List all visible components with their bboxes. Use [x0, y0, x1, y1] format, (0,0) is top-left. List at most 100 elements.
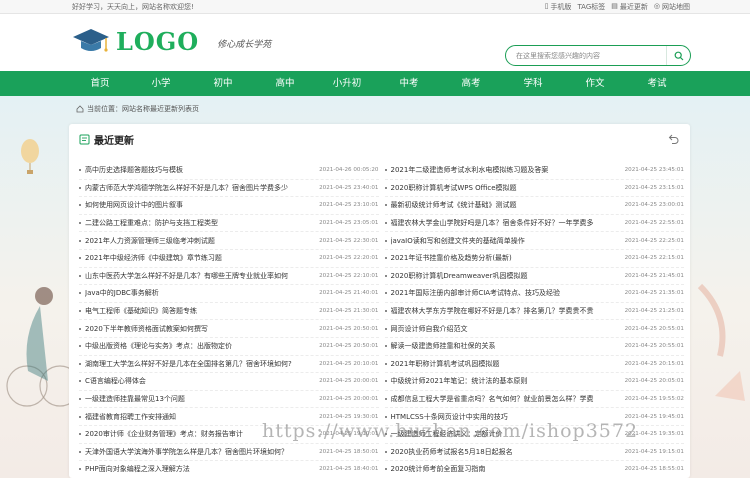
article-link[interactable]: 2021年人力资源管理师三级临考冲刺试题 — [85, 236, 313, 246]
logo[interactable]: LOGO 修心成长学苑 — [72, 26, 271, 56]
article-link[interactable]: 网页设计师自我介绍范文 — [391, 324, 619, 334]
article-link[interactable]: 2021年职称计算机考试巩固模拟题 — [391, 359, 619, 369]
list-item[interactable]: 2021年中级经济师《中级建筑》章节练习题 2021-04-25 22:20:01 — [79, 250, 379, 268]
article-date: 2021-04-25 21:40:01 — [319, 290, 379, 297]
list-item[interactable]: HTMLCSS十条网页设计中实用的技巧 2021-04-25 19:45:01 — [384, 408, 684, 426]
article-link[interactable]: 2020职称计算机考试WPS Office模拟题 — [391, 183, 619, 193]
list-item[interactable]: 网页设计师自我介绍范文 2021-04-25 20:55:01 — [384, 320, 684, 338]
nav-senior[interactable]: 高中 — [254, 71, 316, 96]
bullet-icon — [79, 327, 81, 330]
article-date: 2021-04-25 19:55:02 — [624, 396, 684, 403]
list-item[interactable]: 2020统计师考前全面复习指南 2021-04-25 18:55:01 — [384, 461, 684, 478]
search-input[interactable] — [506, 51, 666, 60]
nav-subject[interactable]: 学科 — [502, 71, 564, 96]
nav-transition[interactable]: 小升初 — [316, 71, 378, 96]
list-item[interactable]: 2020下半年教师资格面试教案如何撰写 2021-04-25 20:50:01 — [79, 320, 379, 338]
list-item[interactable]: 福建农林大学金山学院好吗是几本？宿舍条件好不好？一年学费多 2021-04-25 … — [384, 215, 684, 233]
doc-icon: ▤ — [611, 2, 618, 10]
list-item[interactable]: PHP面向对象编程之深入理解方法 2021-04-25 18:40:01 — [79, 461, 379, 478]
article-link[interactable]: 最新初级统计师考试《统计基础》测试题 — [391, 200, 619, 210]
article-link[interactable]: 2021年证书挂靠价格及趋势分析(最新) — [391, 253, 619, 263]
list-item[interactable]: 2020职称计算机Dreamweaver巩固模拟题 2021-04-25 21:4… — [384, 268, 684, 286]
article-link[interactable]: 2021年国际注册内部审计师CIA考试特点、技巧及经验 — [391, 288, 619, 298]
article-link[interactable]: 天津外国语大学滨海外事学院怎么样是几本？宿舍图片环境如何？ — [85, 447, 313, 457]
article-link[interactable]: 电气工程师《基础知识》简答题专练 — [85, 306, 313, 316]
nav-primary[interactable]: 小学 — [130, 71, 192, 96]
list-item[interactable]: 2021年二级建造师考试水利水电模拟练习题及答案 2021-04-25 23:45… — [384, 162, 684, 180]
bullet-icon — [384, 362, 387, 365]
article-link[interactable]: PHP面向对象编程之深入理解方法 — [85, 464, 313, 474]
article-link[interactable]: 二建公路工程重难点：防护与支挡工程类型 — [85, 218, 313, 228]
list-item[interactable]: 2021年证书挂靠价格及趋势分析(最新) 2021-04-25 22:15:01 — [384, 250, 684, 268]
list-item[interactable]: 山东中医药大学怎么样好不好是几本？有哪些王牌专业就业率如何 2021-04-25 … — [79, 268, 379, 286]
list-item[interactable]: 一级建造师工程经济讲义：定额计价 2021-04-25 19:35:01 — [384, 426, 684, 444]
list-item[interactable]: 最新初级统计师考试《统计基础》测试题 2021-04-25 23:00:01 — [384, 197, 684, 215]
article-link[interactable]: 中级出版资格《理论与实务》考点：出版物定价 — [85, 341, 313, 351]
nav-home[interactable]: 首页 — [70, 71, 130, 96]
list-item[interactable]: 解读一级建造师挂靠和社保的关系 2021-04-25 20:55:01 — [384, 338, 684, 356]
article-link[interactable]: 成都信息工程大学是省重点吗？名气如何？就业前景怎么样？学费 — [391, 394, 619, 404]
list-item[interactable]: 2020职称计算机考试WPS Office模拟题 2021-04-25 23:15… — [384, 180, 684, 198]
list-item[interactable]: 2020执业药师考试报名5月18日起报名 2021-04-25 19:15:01 — [384, 444, 684, 462]
list-item[interactable]: 二建公路工程重难点：防护与支挡工程类型 2021-04-25 23:05:01 — [79, 215, 379, 233]
article-date: 2021-04-25 21:35:01 — [624, 290, 684, 297]
article-date: 2021-04-25 22:30:01 — [319, 237, 379, 244]
article-link[interactable]: 2020审计师《企业财务管理》考点：财务报告审计 — [85, 429, 313, 439]
list-item[interactable]: 如何使用网页设计中的图片叙事 2021-04-25 23:10:01 — [79, 197, 379, 215]
article-link[interactable]: 2020执业药师考试报名5月18日起报名 — [391, 447, 619, 457]
article-link[interactable]: 福建农林大学金山学院好吗是几本？宿舍条件好不好？一年学费多 — [391, 218, 619, 228]
list-item[interactable]: 内蒙古师范大学鸿德学院怎么样好不好是几本？宿舍图片学费多少 2021-04-25 … — [79, 180, 379, 198]
article-link[interactable]: Java中的JDBC事务解析 — [85, 288, 313, 298]
list-item[interactable]: 中级统计师2021年笔记：统计法的基本原则 2021-04-25 20:05:01 — [384, 373, 684, 391]
nav-essay[interactable]: 作文 — [564, 71, 626, 96]
mobile-link-label: 手机版 — [550, 2, 572, 11]
list-item[interactable]: 成都信息工程大学是省重点吗？名气如何？就业前景怎么样？学费 2021-04-25 … — [384, 391, 684, 409]
article-link[interactable]: 一级建造师挂靠最常见13个问题 — [85, 394, 313, 404]
article-link[interactable]: 2020职称计算机Dreamweaver巩固模拟题 — [391, 271, 619, 281]
article-link[interactable]: 2020下半年教师资格面试教案如何撰写 — [85, 324, 313, 334]
article-link[interactable]: 2021年中级经济师《中级建筑》章节练习题 — [85, 253, 313, 263]
article-link[interactable]: 高中历史选择题答题技巧与模板 — [85, 165, 313, 175]
list-item[interactable]: 一级建造师挂靠最常见13个问题 2021-04-25 20:00:01 — [79, 391, 379, 409]
back-icon[interactable] — [668, 133, 680, 145]
article-link[interactable]: 如何使用网页设计中的图片叙事 — [85, 200, 313, 210]
mobile-link[interactable]: ▯ 手机版 — [545, 2, 572, 12]
article-link[interactable]: 山东中医药大学怎么样好不好是几本？有哪些王牌专业就业率如何 — [85, 271, 313, 281]
tags-link[interactable]: TAG标签 — [577, 2, 605, 12]
article-link[interactable]: 中级统计师2021年笔记：统计法的基本原则 — [391, 376, 619, 386]
article-link[interactable]: javaIO读和写和创建文件夹的基础简单操作 — [391, 236, 619, 246]
list-item[interactable]: 电气工程师《基础知识》简答题专练 2021-04-25 21:30:01 — [79, 303, 379, 321]
sitemap-link[interactable]: ◎ 网站地图 — [654, 2, 690, 12]
article-link[interactable]: 福建省教育招聘工作安排通知 — [85, 412, 313, 422]
list-item[interactable]: 2021年人力资源管理师三级临考冲刺试题 2021-04-25 22:30:01 — [79, 232, 379, 250]
list-item[interactable]: 湖南理工大学怎么样好不好是几本在全国排名第几？宿舍环境如何? 2021-04-25… — [79, 356, 379, 374]
list-item[interactable]: 福建省教育招聘工作安排通知 2021-04-25 19:30:01 — [79, 408, 379, 426]
list-item[interactable]: 2020审计师《企业财务管理》考点：财务报告审计 2021-04-25 19:10… — [79, 426, 379, 444]
latest-link[interactable]: ▤ 最近更新 — [611, 2, 648, 12]
nav-gaokao[interactable]: 高考 — [440, 71, 502, 96]
list-item[interactable]: 中级出版资格《理论与实务》考点：出版物定价 2021-04-25 20:50:01 — [79, 338, 379, 356]
article-link[interactable]: 一级建造师工程经济讲义：定额计价 — [391, 429, 619, 439]
list-item[interactable]: 福建农林大学东方学院在哪好不好是几本？排名第几？学费贵不贵 2021-04-25 … — [384, 303, 684, 321]
article-link[interactable]: 内蒙古师范大学鸿德学院怎么样好不好是几本？宿舍图片学费多少 — [85, 183, 313, 193]
list-item[interactable]: javaIO读和写和创建文件夹的基础简单操作 2021-04-25 22:25:0… — [384, 232, 684, 250]
article-link[interactable]: 2021年二级建造师考试水利水电模拟练习题及答案 — [391, 165, 619, 175]
article-link[interactable]: HTMLCSS十条网页设计中实用的技巧 — [391, 412, 619, 422]
top-bar: 好好学习，天天向上，网站名称欢迎您! ▯ 手机版 TAG标签 ▤ 最近更新 ◎ 网站地… — [0, 0, 750, 14]
article-link[interactable]: 湖南理工大学怎么样好不好是几本在全国排名第几？宿舍环境如何? — [85, 359, 313, 369]
list-item[interactable]: 高中历史选择题答题技巧与模板 2021-04-26 00:05:20 — [79, 162, 379, 180]
article-link[interactable]: C语言编程心得体会 — [85, 376, 313, 386]
article-link[interactable]: 解读一级建造师挂靠和社保的关系 — [391, 341, 619, 351]
list-item[interactable]: 2021年职称计算机考试巩固模拟题 2021-04-25 20:15:01 — [384, 356, 684, 374]
list-item[interactable]: 2021年国际注册内部审计师CIA考试特点、技巧及经验 2021-04-25 21… — [384, 285, 684, 303]
list-item[interactable]: Java中的JDBC事务解析 2021-04-25 21:40:01 — [79, 285, 379, 303]
list-item[interactable]: 天津外国语大学滨海外事学院怎么样是几本？宿舍图片环境如何？ 2021-04-25 … — [79, 444, 379, 462]
list-item[interactable]: C语言编程心得体会 2021-04-25 20:00:01 — [79, 373, 379, 391]
nav-junior[interactable]: 初中 — [192, 71, 254, 96]
location-icon: ◎ — [653, 2, 660, 10]
article-link[interactable]: 2020统计师考前全面复习指南 — [391, 464, 619, 474]
article-link[interactable]: 福建农林大学东方学院在哪好不好是几本？排名第几？学费贵不贵 — [391, 306, 619, 316]
nav-zhongkao[interactable]: 中考 — [378, 71, 440, 96]
search-button[interactable] — [666, 46, 690, 65]
nav-exam[interactable]: 考试 — [626, 71, 688, 96]
